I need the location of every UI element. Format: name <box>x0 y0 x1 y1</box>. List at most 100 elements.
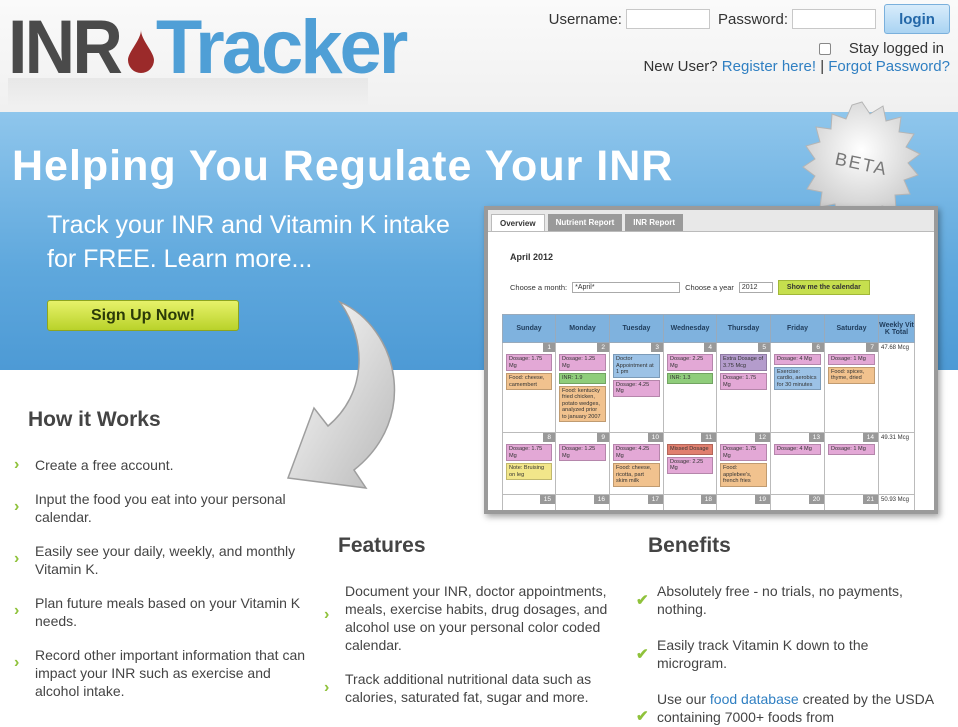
list-item-text: Easily see your daily, weekly, and month… <box>35 543 296 577</box>
calendar-event: Dosage: 1.75 Mg <box>506 354 552 371</box>
calendar-day-number: 16 <box>593 495 609 504</box>
blood-drop-icon <box>127 30 154 73</box>
username-label: Username: <box>548 10 622 28</box>
list-item: › Record other important information that… <box>14 646 314 700</box>
calendar-day-number: 4 <box>704 343 716 352</box>
hero-headline: Helping You Regulate Your INR <box>12 142 674 190</box>
list-item-text: Create a free account. <box>35 457 174 473</box>
calendar-event: Dosage: 1.75 Mg <box>720 373 767 390</box>
calendar-event: Dosage: 4.25 Mg <box>613 444 660 461</box>
chevron-right-icon: › <box>14 550 20 567</box>
calendar-day-cell: 15 <box>502 494 556 510</box>
features-title: Features <box>338 534 426 557</box>
list-item-text: Use our food database created by the USD… <box>657 690 936 726</box>
calendar-day-header: Sunday <box>502 314 556 343</box>
chevron-right-icon: › <box>14 498 20 515</box>
check-icon: ✔ <box>636 646 649 663</box>
weekly-vitk-total: 47.68 Mcg <box>881 345 910 351</box>
calendar-day-cell: 8 Dosage: 1.75 Mg Note: Bruising on leg <box>502 432 556 495</box>
calendar-day-number: 11 <box>701 433 716 442</box>
list-item: › Plan future meals based on your Vitamin… <box>14 594 314 630</box>
list-item: ✔ Easily track Vitamin K down to the micr… <box>636 636 936 672</box>
calendar-day-number: 18 <box>700 495 716 504</box>
calendar-day-cell: 14 Dosage: 1 Mg <box>824 432 879 495</box>
calendar-day-number: 20 <box>808 495 824 504</box>
calendar-event: Exercise: cardio, aerobics for 30 minute… <box>774 366 821 390</box>
list-item: › Input the food you eat into your person… <box>14 490 314 526</box>
app-preview-screenshot: Overview Nutrient Report INR Report Apri… <box>484 206 938 514</box>
list-item: ✔ Absolutely free - no trials, no payment… <box>636 582 936 618</box>
calendar-event: Missed Dosage <box>667 444 713 455</box>
calendar-event: Note: Bruising on leg <box>506 463 552 480</box>
choose-year-label: Choose a year <box>685 283 734 292</box>
hero-subheadline[interactable]: Track your INR and Vitamin K intake for … <box>47 208 457 276</box>
chevron-right-icon: › <box>14 456 20 473</box>
preview-tab-nutrient-report: Nutrient Report <box>547 214 623 231</box>
list-item: › Create a free account. <box>14 456 314 474</box>
calendar-day-number: 8 <box>543 433 555 442</box>
calendar-event: Food: applebee's, french fries <box>720 463 767 487</box>
calendar-day-cell: 13 Dosage: 4 Mg <box>770 432 825 495</box>
forgot-password-link[interactable]: Forgot Password? <box>828 58 950 75</box>
calendar-day-cell: 4 Dosage: 2.25 Mg INR: 1.3 <box>663 342 717 433</box>
weekly-total-cell: 49.31 Mcg <box>878 432 915 495</box>
chevron-right-icon: › <box>324 606 330 623</box>
features-list: › Document your INR, doctor appointments,… <box>324 582 614 722</box>
logo-inr-text: INR <box>8 5 123 90</box>
calendar-event: Dosage: 4 Mg <box>774 444 821 455</box>
login-button[interactable]: login <box>884 4 950 34</box>
choose-month-label: Choose a month: <box>510 283 568 292</box>
calendar-day-number: 17 <box>647 495 663 504</box>
calendar-event: Dosage: 4.25 Mg <box>613 379 660 397</box>
calendar-event: INR: 1.9 <box>559 373 606 384</box>
preview-tab-inr-report: INR Report <box>625 214 684 231</box>
calendar-day-cell: 12 Dosage: 1.75 Mg Food: applebee's, frenc… <box>716 432 771 495</box>
calendar-day-cell: 20 <box>770 494 825 510</box>
calendar-week-row: 1 Dosage: 1.75 Mg Food: cheese, camembert 2… <box>502 342 915 433</box>
list-item-text: Track additional nutritional data such a… <box>345 671 592 705</box>
calendar-day-header: Weekly Vit K Total <box>878 314 915 343</box>
chevron-right-icon: › <box>14 654 20 671</box>
chevron-right-icon: › <box>324 679 330 696</box>
login-row: Username: Password: login <box>549 4 950 34</box>
month-select: *April* <box>572 282 681 293</box>
calendar-day-cell: 21 <box>824 494 879 510</box>
calendar-event: Dosage: 4 Mg <box>774 354 821 365</box>
list-item: › Easily see your daily, weekly, and mont… <box>14 542 314 578</box>
calendar-event: INR: 1.3 <box>667 373 713 384</box>
calendar-day-cell: 6 Dosage: 4 Mg Exercise: cardio, aerobics … <box>770 342 825 433</box>
username-field[interactable] <box>625 9 710 29</box>
password-field[interactable] <box>792 9 876 29</box>
calendar-day-number: 19 <box>754 495 770 504</box>
calendar-event: Extra Dosage of 3.75 Mcg <box>720 354 767 371</box>
check-icon: ✔ <box>636 592 649 609</box>
site-header: INR Tracker Username: Password: login St… <box>0 0 958 112</box>
preview-month-title: April 2012 <box>510 252 554 262</box>
benefits-title: Benefits <box>648 534 731 557</box>
benefits-list: ✔ Absolutely free - no trials, no payment… <box>636 582 936 727</box>
calendar-week-row: 15 16 17 18 19 20 21 50.93 Mcg <box>502 494 915 510</box>
calendar-event: Food: spices, thyme, dried <box>828 366 875 384</box>
food-database-link[interactable]: food database <box>710 691 799 707</box>
register-link[interactable]: Register here! <box>722 58 816 75</box>
year-input: 2012 <box>738 282 773 293</box>
calendar-event: Dosage: 2.25 Mg <box>667 456 713 474</box>
weekly-total-cell: 50.93 Mcg <box>878 494 915 510</box>
calendar-day-number: 7 <box>866 343 878 352</box>
calendar-day-cell: 11 Missed Dosage Dosage: 2.25 Mg <box>663 432 717 495</box>
calendar-day-header: Monday <box>555 314 610 343</box>
new-user-row: New User? Register here! | Forgot Passwo… <box>643 58 950 75</box>
calendar-event: Food: cheese, camembert <box>506 373 552 390</box>
calendar-event: Food: kentucky fried chicken, potato wed… <box>559 385 606 422</box>
new-user-text: New User? <box>643 58 718 75</box>
preview-tab-overview: Overview <box>491 214 545 231</box>
check-icon: ✔ <box>636 708 649 725</box>
calendar-day-cell: 16 <box>555 494 610 510</box>
benefit-prefix: Use our <box>657 691 707 707</box>
calendar-event: Food: cheese, ricotta, part skim milk <box>613 463 660 487</box>
signup-button[interactable]: Sign Up Now! <box>47 300 239 331</box>
stay-logged-in-checkbox[interactable] <box>818 42 831 55</box>
stay-logged-in-label: Stay logged in <box>848 40 944 57</box>
calendar-day-cell: 10 Dosage: 4.25 Mg Food: cheese, ricotta, … <box>609 432 664 495</box>
list-item: ✔ Use our food database created by the US… <box>636 690 936 726</box>
